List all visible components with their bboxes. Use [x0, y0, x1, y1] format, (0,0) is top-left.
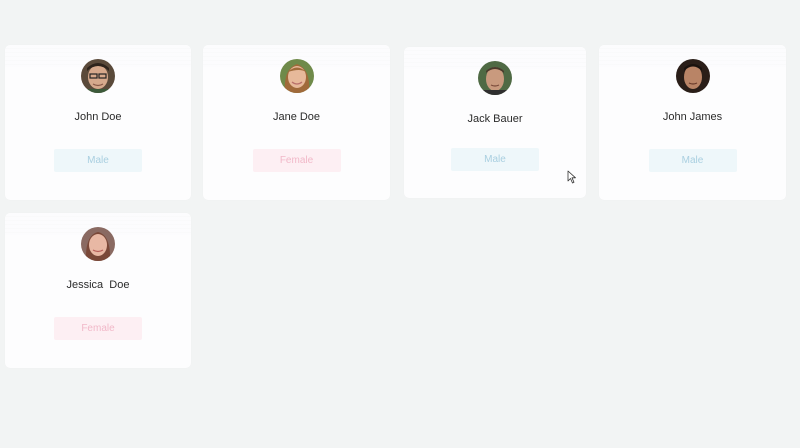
man-avatar-icon — [675, 59, 710, 93]
gender-badge: Male — [54, 149, 142, 172]
gender-badge: Female — [252, 149, 341, 172]
woman-avatar-icon — [279, 59, 314, 93]
man-with-glasses-avatar-icon — [81, 59, 115, 93]
contact-name: John James — [662, 111, 723, 123]
contact-name: John Doe — [74, 111, 122, 123]
girl-avatar-icon — [81, 227, 115, 261]
contact-card-jack-bauer[interactable]: Jack Bauer Male — [404, 47, 586, 198]
contact-name: Jessica Doe — [66, 279, 130, 291]
contact-card-jane-doe[interactable]: Jane Doe Female — [203, 45, 390, 200]
contact-card-john-james[interactable]: John James Male — [599, 45, 786, 200]
contact-card-john-doe[interactable]: John Doe Male — [5, 45, 191, 200]
contact-name: Jane Doe — [272, 111, 321, 123]
gender-badge: Female — [54, 317, 142, 340]
gender-badge: Male — [451, 148, 539, 171]
gender-badge: Male — [648, 149, 737, 172]
contact-card-jessica-doe[interactable]: Jessica Doe Female — [5, 213, 191, 368]
man-avatar-icon — [478, 61, 512, 95]
mouse-pointer-icon — [567, 170, 576, 184]
contact-name: Jack Bauer — [467, 113, 523, 125]
